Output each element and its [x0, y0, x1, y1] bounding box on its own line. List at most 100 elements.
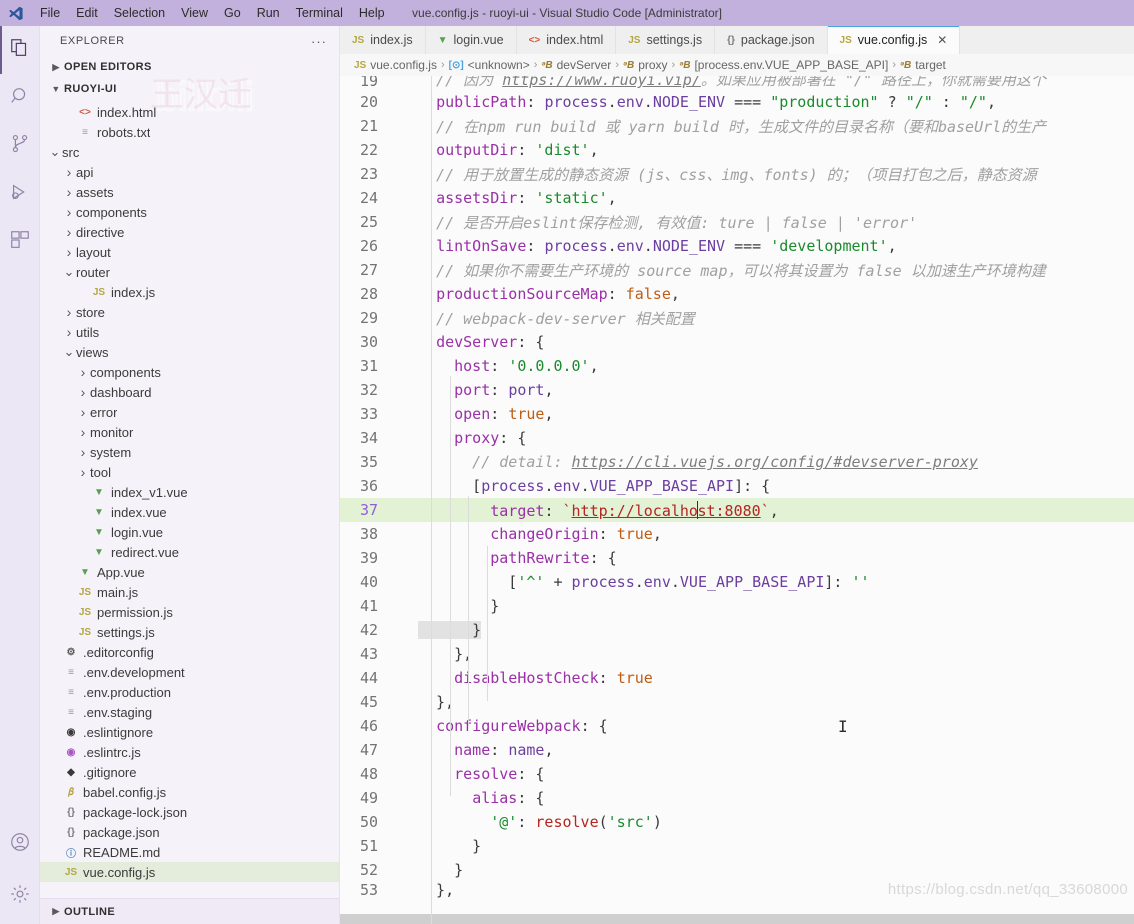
- menu-view[interactable]: View: [173, 3, 216, 23]
- tree-folder[interactable]: › error: [40, 402, 339, 422]
- tree-file[interactable]: ◉ .eslintignore: [40, 722, 339, 742]
- breadcrumb-item[interactable]: ᵊB proxy: [623, 58, 668, 72]
- code-line[interactable]: 25 // 是否开启eslint保存检测, 有效值: ture | false …: [340, 210, 1134, 234]
- activity-extensions[interactable]: [0, 218, 40, 266]
- tree-folder[interactable]: › utils: [40, 322, 339, 342]
- tab-login-vue[interactable]: ▼ login.vue: [425, 26, 517, 54]
- tree-file[interactable]: {} package.json: [40, 822, 339, 842]
- activity-explorer[interactable]: [0, 26, 40, 74]
- tree-folder[interactable]: › store: [40, 302, 339, 322]
- code-line[interactable]: 29 // webpack-dev-server 相关配置: [340, 306, 1134, 330]
- code-line[interactable]: 50 '@': resolve('src'): [340, 810, 1134, 834]
- menu-help[interactable]: Help: [351, 3, 393, 23]
- tab-package-json[interactable]: {} package.json: [715, 26, 828, 54]
- code-line[interactable]: 33 open: true,: [340, 402, 1134, 426]
- code-editor[interactable]: 19 // 因为 https://www.ruoyi.vip/。如果应用被部署在…: [340, 76, 1134, 924]
- code-line[interactable]: 39 pathRewrite: {: [340, 546, 1134, 570]
- tree-file[interactable]: ▼ redirect.vue: [40, 542, 339, 562]
- menu-terminal[interactable]: Terminal: [288, 3, 351, 23]
- code-line[interactable]: 42 }: [340, 618, 1134, 642]
- code-line[interactable]: 35 // detail: https://cli.vuejs.org/conf…: [340, 450, 1134, 474]
- tree-file[interactable]: <> index.html: [40, 102, 339, 122]
- breadcrumb-item[interactable]: JS vue.config.js: [354, 58, 437, 72]
- tree-file[interactable]: ≡ robots.txt: [40, 122, 339, 142]
- menu-edit[interactable]: Edit: [68, 3, 106, 23]
- tree-file[interactable]: JS index.js: [40, 282, 339, 302]
- tree-folder[interactable]: › tool: [40, 462, 339, 482]
- code-line[interactable]: 24 assetsDir: 'static',: [340, 186, 1134, 210]
- tree-file[interactable]: JS permission.js: [40, 602, 339, 622]
- breadcrumb-item[interactable]: ᵊB devServer: [541, 58, 611, 72]
- tree-folder[interactable]: › system: [40, 442, 339, 462]
- menu-file[interactable]: File: [32, 3, 68, 23]
- tree-file[interactable]: ◆ .gitignore: [40, 762, 339, 782]
- tree-folder[interactable]: › components: [40, 362, 339, 382]
- code-line[interactable]: 37 target: `http://localhost:8080`,: [340, 498, 1134, 522]
- breadcrumb-item[interactable]: [⊙] <unknown>: [449, 58, 530, 72]
- tree-file[interactable]: ≡ .env.staging: [40, 702, 339, 722]
- tree-file[interactable]: JS main.js: [40, 582, 339, 602]
- code-line[interactable]: 31 host: '0.0.0.0',: [340, 354, 1134, 378]
- tree-folder[interactable]: ⌄ router: [40, 262, 339, 282]
- tree-file[interactable]: 𝛽 babel.config.js: [40, 782, 339, 802]
- code-line[interactable]: 21 // 在npm run build 或 yarn build 时，生成文件…: [340, 114, 1134, 138]
- tree-file[interactable]: ≡ .env.development: [40, 662, 339, 682]
- tree-file[interactable]: ▼ index.vue: [40, 502, 339, 522]
- activity-search[interactable]: [0, 74, 40, 122]
- tree-file[interactable]: ▼ index_v1.vue: [40, 482, 339, 502]
- tree-folder[interactable]: › dashboard: [40, 382, 339, 402]
- tab-index-js[interactable]: JS index.js: [340, 26, 426, 54]
- tree-file[interactable]: ⓘ README.md: [40, 842, 339, 862]
- tree-file[interactable]: JS settings.js: [40, 622, 339, 642]
- activity-run-debug[interactable]: [0, 170, 40, 218]
- code-line[interactable]: 47 name: name,: [340, 738, 1134, 762]
- tree-file[interactable]: ≡ .env.production: [40, 682, 339, 702]
- code-line[interactable]: 49 alias: {: [340, 786, 1134, 810]
- menu-selection[interactable]: Selection: [106, 3, 173, 23]
- code-line[interactable]: 48 resolve: {: [340, 762, 1134, 786]
- code-line[interactable]: 23 // 用于放置生成的静态资源 (js、css、img、fonts) 的；（…: [340, 162, 1134, 186]
- section-outline[interactable]: ▶ OUTLINE: [40, 898, 339, 924]
- tree-file[interactable]: JS vue.config.js: [40, 862, 339, 882]
- tree-folder[interactable]: › components: [40, 202, 339, 222]
- section-open-editors[interactable]: ▶ OPEN EDITORS: [40, 56, 339, 78]
- tree-file[interactable]: ⚙ .editorconfig: [40, 642, 339, 662]
- horizontal-scrollbar[interactable]: [340, 914, 1134, 924]
- code-line[interactable]: 40 ['^' + process.env.VUE_APP_BASE_API]:…: [340, 570, 1134, 594]
- activity-source-control[interactable]: [0, 122, 40, 170]
- code-line[interactable]: 38 changeOrigin: true,: [340, 522, 1134, 546]
- tree-folder[interactable]: ⌄ src: [40, 142, 339, 162]
- breadcrumb-item[interactable]: ᵊB [process.env.VUE_APP_BASE_API]: [679, 58, 888, 72]
- tree-folder[interactable]: › monitor: [40, 422, 339, 442]
- code-line[interactable]: 52 }: [340, 858, 1134, 882]
- breadcrumb-item[interactable]: ᵊB target: [900, 58, 946, 72]
- code-line[interactable]: 53 },: [340, 882, 1134, 898]
- menu-run[interactable]: Run: [249, 3, 288, 23]
- code-line[interactable]: 26 lintOnSave: process.env.NODE_ENV === …: [340, 234, 1134, 258]
- code-line[interactable]: 34 proxy: {: [340, 426, 1134, 450]
- code-line[interactable]: 43 },: [340, 642, 1134, 666]
- tree-file[interactable]: {} package-lock.json: [40, 802, 339, 822]
- tree-folder[interactable]: › directive: [40, 222, 339, 242]
- code-line[interactable]: 45 },: [340, 690, 1134, 714]
- tree-folder[interactable]: › assets: [40, 182, 339, 202]
- activity-manage-settings[interactable]: [0, 868, 40, 924]
- menu-go[interactable]: Go: [216, 3, 249, 23]
- tree-folder[interactable]: › api: [40, 162, 339, 182]
- code-line[interactable]: 32 port: port,: [340, 378, 1134, 402]
- code-line[interactable]: 46 configureWebpack: {: [340, 714, 1134, 738]
- code-line[interactable]: 44 disableHostCheck: true: [340, 666, 1134, 690]
- code-line[interactable]: 30 devServer: {: [340, 330, 1134, 354]
- tab-settings-js[interactable]: JS settings.js: [616, 26, 716, 54]
- section-ruoyi-ui[interactable]: ▼ RUOYI-UI: [40, 78, 339, 100]
- tab-vue-config-js[interactable]: JS vue.config.js ✕: [827, 26, 961, 54]
- tree-file[interactable]: ▼ login.vue: [40, 522, 339, 542]
- tree-folder[interactable]: › layout: [40, 242, 339, 262]
- code-line[interactable]: 41 }: [340, 594, 1134, 618]
- tree-folder[interactable]: ⌄ views: [40, 342, 339, 362]
- tree-file[interactable]: ▼ App.vue: [40, 562, 339, 582]
- tree-file[interactable]: ◉ .eslintrc.js: [40, 742, 339, 762]
- tab-index-html[interactable]: <> index.html: [516, 26, 617, 54]
- code-line[interactable]: 51 }: [340, 834, 1134, 858]
- code-line[interactable]: 28 productionSourceMap: false,: [340, 282, 1134, 306]
